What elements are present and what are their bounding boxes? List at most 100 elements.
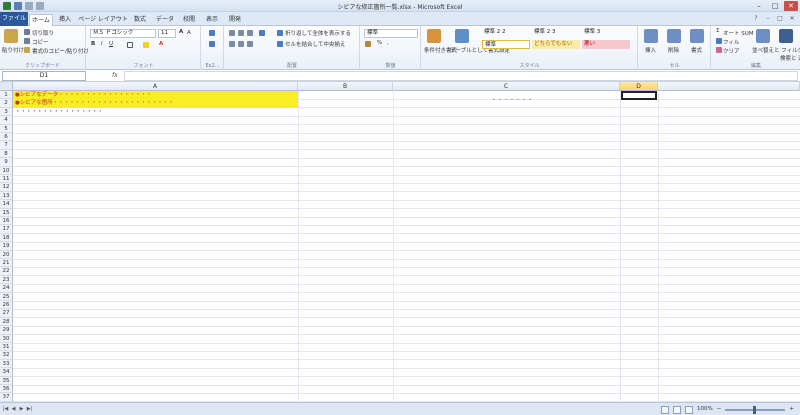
merge-center-button[interactable]: セルを結合して中央揃え	[285, 40, 345, 48]
maximize-icon[interactable]: □	[768, 1, 782, 11]
font-color-icon[interactable]: A	[159, 41, 163, 47]
fx-icon[interactable]: fx	[112, 71, 122, 81]
row-header[interactable]: 5	[0, 124, 13, 133]
row-header[interactable]: 37	[0, 393, 13, 402]
row-header[interactable]: 18	[0, 233, 13, 243]
autosum-icon[interactable]: Σ	[716, 28, 719, 34]
active-cell-d1[interactable]	[621, 91, 657, 100]
row-header[interactable]: 20	[0, 250, 13, 259]
ex2-icon[interactable]	[209, 30, 215, 36]
italic-icon[interactable]: I	[101, 41, 103, 47]
align-right-icon[interactable]	[247, 41, 253, 47]
number-format-dropdown[interactable]: 標準	[364, 29, 418, 38]
tab-review[interactable]: 校閲	[180, 14, 198, 26]
zoom-thumb[interactable]	[753, 405, 757, 414]
row-header[interactable]: 1	[0, 91, 13, 100]
delete-cells-icon[interactable]	[667, 29, 681, 43]
tab-insert[interactable]: 挿入	[56, 14, 74, 26]
insert-cells-icon[interactable]	[644, 29, 658, 43]
row-header[interactable]: 4	[0, 116, 13, 125]
percent-icon[interactable]: %	[377, 40, 382, 46]
ex2-secondary-icon[interactable]	[209, 41, 215, 47]
orientation-icon[interactable]	[259, 30, 265, 36]
row-header[interactable]: 32	[0, 351, 13, 360]
cut-button[interactable]: 切り取り	[32, 29, 54, 37]
cell-a2[interactable]: ●シビアな箇所・・・・・・・・・・・・・・・・・・・・・・	[15, 99, 305, 107]
tab-view[interactable]: 表示	[203, 14, 221, 26]
last-sheet-icon[interactable]: ▶|	[26, 405, 33, 414]
workbook-restore-icon[interactable]: □	[776, 15, 784, 23]
delete-cells-button[interactable]: 削除	[668, 46, 679, 54]
font-name-dropdown[interactable]: ＭＳ Ｐゴシック	[90, 29, 156, 38]
zoom-out-icon[interactable]: −	[717, 404, 722, 415]
autosum-button[interactable]: オート SUM	[723, 29, 754, 37]
wrap-text-button[interactable]: 折り返して全体を表示する	[285, 29, 351, 37]
row-header[interactable]: 27	[0, 309, 13, 318]
align-bottom-icon[interactable]	[247, 30, 253, 36]
paste-button[interactable]: 貼り付け	[2, 46, 24, 54]
align-center-icon[interactable]	[238, 41, 244, 47]
fill-button[interactable]: フィル	[723, 38, 739, 46]
style-standard-3[interactable]: 標準 3	[582, 28, 630, 37]
row-header[interactable]: 7	[0, 141, 13, 150]
row-header[interactable]: 15	[0, 208, 13, 217]
row-header[interactable]: 19	[0, 242, 13, 251]
border-icon[interactable]	[127, 42, 133, 48]
find-select-button[interactable]: 検索と 選択	[780, 54, 800, 62]
clear-icon[interactable]	[716, 47, 722, 53]
row-header[interactable]: 21	[0, 259, 13, 268]
cell-c2[interactable]: ・・・・・・・	[482, 95, 542, 104]
paste-icon[interactable]	[4, 29, 18, 43]
row-header[interactable]: 9	[0, 158, 13, 167]
align-left-icon[interactable]	[229, 41, 235, 47]
first-sheet-icon[interactable]: |◀	[2, 405, 9, 414]
next-sheet-icon[interactable]: ▶	[18, 405, 25, 414]
column-header-blank[interactable]	[658, 82, 800, 91]
currency-icon[interactable]	[365, 41, 371, 47]
fill-color-icon[interactable]	[143, 42, 149, 48]
minimize-icon[interactable]: –	[752, 1, 766, 11]
row-header[interactable]: 16	[0, 217, 13, 226]
row-header[interactable]: 36	[0, 385, 13, 394]
help-icon[interactable]: ?	[752, 15, 760, 23]
find-select-icon[interactable]	[779, 29, 793, 43]
row-header[interactable]: 14	[0, 200, 13, 209]
formula-input[interactable]	[124, 71, 798, 81]
style-standard-23[interactable]: 標準 2 3	[532, 28, 580, 37]
style-standard-22[interactable]: 標準 2 2	[482, 28, 530, 37]
row-header[interactable]: 24	[0, 284, 13, 293]
grow-font-icon[interactable]: A	[179, 29, 183, 35]
page-layout-view-icon[interactable]	[673, 405, 682, 414]
underline-icon[interactable]: U	[109, 41, 113, 47]
row-header[interactable]: 10	[0, 166, 13, 175]
fill-icon[interactable]	[716, 38, 722, 44]
close-icon[interactable]: ✕	[784, 1, 798, 11]
row-header[interactable]: 13	[0, 191, 13, 201]
row-header[interactable]: 29	[0, 326, 13, 335]
row-header[interactable]: 17	[0, 225, 13, 234]
tab-data[interactable]: データ	[154, 14, 176, 26]
format-painter-icon[interactable]	[24, 47, 30, 53]
style-bad[interactable]: 悪い	[582, 40, 630, 49]
format-as-table-icon[interactable]	[455, 29, 469, 43]
row-header[interactable]: 28	[0, 317, 13, 327]
select-all-corner[interactable]	[0, 82, 13, 91]
row-header[interactable]: 2	[0, 99, 13, 108]
style-neutral[interactable]: どちらでもない	[532, 40, 580, 49]
sort-filter-button[interactable]: 並べ替えと フィルター	[752, 46, 800, 54]
tab-formulas[interactable]: 数式	[131, 14, 149, 26]
name-box[interactable]: D1	[2, 71, 86, 81]
zoom-in-icon[interactable]: +	[789, 404, 794, 415]
zoom-level[interactable]: 100%	[697, 404, 713, 415]
copy-icon[interactable]	[24, 38, 30, 44]
column-header-d[interactable]: D	[620, 82, 658, 91]
format-cells-button[interactable]: 書式	[691, 46, 702, 54]
row-header[interactable]: 3	[0, 107, 13, 117]
format-painter-button[interactable]: 書式のコピー/貼り付け	[32, 47, 89, 55]
row-header[interactable]: 12	[0, 183, 13, 192]
prev-sheet-icon[interactable]: ◀	[10, 405, 17, 414]
bold-icon[interactable]: B	[91, 41, 95, 47]
tab-home[interactable]: ホーム	[29, 14, 53, 26]
tab-page-layout[interactable]: ページ レイアウト	[78, 14, 128, 26]
page-break-view-icon[interactable]	[685, 405, 694, 414]
